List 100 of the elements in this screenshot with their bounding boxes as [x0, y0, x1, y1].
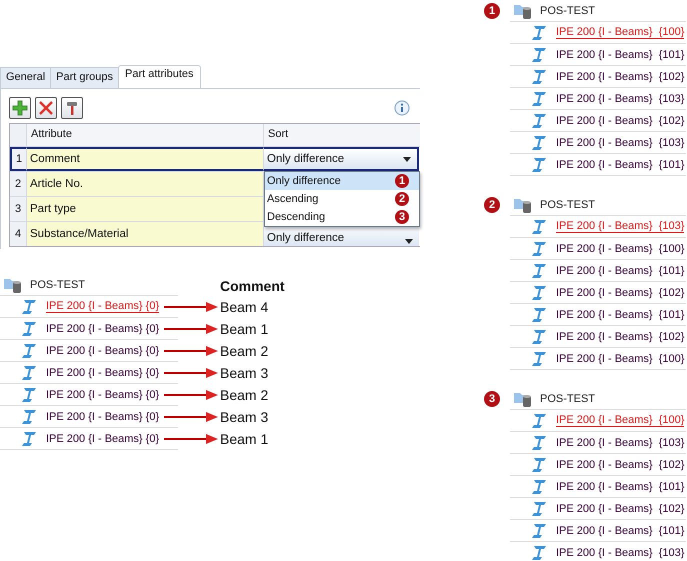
tree-root[interactable]: POS-TEST	[540, 5, 596, 17]
sort-value: Only difference	[267, 153, 344, 165]
caret-icon[interactable]	[403, 156, 411, 162]
attribute-cell[interactable]: Part type	[26, 197, 263, 221]
arrow	[164, 412, 218, 422]
attribute-cell[interactable]: Comment	[26, 147, 263, 171]
tree-item[interactable]: IPE 200 {I - Beams} {102}	[556, 114, 684, 126]
folder-icon	[514, 3, 532, 19]
number-badge: 1	[484, 3, 500, 19]
tree-item[interactable]: IPE 200 {I - Beams} {0}	[46, 366, 160, 378]
beam-icon	[532, 434, 548, 450]
comment-value: Beam 3	[220, 365, 268, 381]
dropdown-option[interactable]: Ascending 2	[265, 190, 419, 208]
beam-icon	[532, 412, 548, 428]
beam-icon	[532, 90, 548, 106]
beam-icon	[22, 320, 38, 336]
number-badge: 1	[395, 174, 409, 188]
tree-item[interactable]: IPE 200 {I - Beams} {101}	[556, 48, 684, 60]
beam-icon	[532, 456, 548, 472]
folder-icon	[514, 391, 532, 407]
comment-value: Beam 2	[220, 343, 268, 359]
arrow	[164, 302, 218, 312]
row-number: 2	[10, 172, 26, 196]
arrow	[164, 434, 218, 444]
tree-item[interactable]: IPE 200 {I - Beams} {103}	[556, 136, 684, 148]
tree-item[interactable]: IPE 200 {I - Beams} {103}	[556, 436, 684, 448]
attribute-cell[interactable]: Substance/Material	[26, 222, 263, 246]
tree-item[interactable]: IPE 200 {I - Beams} {103}	[556, 92, 684, 104]
number-badge: 3	[484, 391, 500, 407]
beam-icon	[532, 522, 548, 538]
tree-item[interactable]: IPE 200 {I - Beams} {100}	[556, 352, 684, 364]
tree-item[interactable]: IPE 200 {I - Beams} {0}	[46, 344, 160, 356]
folder-icon	[514, 197, 532, 213]
beam-icon	[22, 408, 38, 424]
attribute-cell[interactable]: Article No.	[26, 172, 263, 196]
number-badge: 2	[484, 197, 500, 213]
tree-item[interactable]: IPE 200 {I - Beams} {102}	[556, 70, 684, 82]
row-number: 3	[10, 197, 26, 221]
beam-icon	[532, 112, 548, 128]
beam-icon	[22, 342, 38, 358]
folder-icon	[4, 277, 22, 293]
plus-icon	[12, 100, 28, 116]
tree-root[interactable]: POS-TEST	[30, 279, 86, 291]
tree-item[interactable]: IPE 200 {I - Beams} {101}	[556, 524, 684, 536]
tree-item[interactable]: IPE 200 {I - Beams} {100}	[556, 26, 684, 39]
arrow	[164, 324, 218, 334]
beam-icon	[532, 306, 548, 322]
tree-item[interactable]: IPE 200 {I - Beams} {100}	[556, 242, 684, 254]
comment-value: Beam 1	[220, 431, 268, 447]
tab[interactable]: General	[0, 67, 52, 88]
tree-item[interactable]: IPE 200 {I - Beams} {101}	[556, 480, 684, 492]
tree-item[interactable]: IPE 200 {I - Beams} {102}	[556, 330, 684, 342]
tree-item[interactable]: IPE 200 {I - Beams} {101}	[556, 158, 684, 170]
row-number: 4	[10, 222, 26, 246]
beam-icon	[532, 350, 548, 366]
beam-icon	[532, 240, 548, 256]
tree-item[interactable]: IPE 200 {I - Beams} {101}	[556, 264, 684, 276]
tab[interactable]: Part groups	[50, 67, 120, 88]
beam-icon	[532, 262, 548, 278]
comment-heading: Comment	[219, 276, 285, 296]
tree-item[interactable]: IPE 200 {I - Beams} {101}	[556, 308, 684, 320]
number-badge: 3	[395, 210, 409, 224]
beam-icon	[22, 364, 38, 380]
number-badge: 2	[395, 192, 409, 206]
beam-icon	[532, 500, 548, 516]
comment-value: Beam 2	[220, 387, 268, 403]
beam-icon	[532, 46, 548, 62]
add-button[interactable]	[9, 97, 31, 119]
tree-item[interactable]: IPE 200 {I - Beams} {0}	[46, 432, 160, 444]
tree-item[interactable]: IPE 200 {I - Beams} {103}	[556, 220, 684, 233]
tree-root[interactable]: POS-TEST	[540, 393, 596, 405]
tree-item[interactable]: IPE 200 {I - Beams} {102}	[556, 458, 684, 470]
tree-item[interactable]: IPE 200 {I - Beams} {0}	[46, 388, 160, 400]
beam-icon	[532, 218, 548, 234]
tree-item[interactable]: IPE 200 {I - Beams} {103}	[556, 546, 684, 558]
arrow	[164, 390, 218, 400]
arrow	[164, 368, 218, 378]
delete-button[interactable]	[35, 97, 57, 119]
column-header: Attribute	[26, 124, 263, 146]
tree-root[interactable]: POS-TEST	[540, 199, 596, 211]
tree-item[interactable]: IPE 200 {I - Beams} {0}	[46, 322, 160, 334]
dropdown-option[interactable]: Only difference 1	[265, 172, 419, 190]
tree-item[interactable]: IPE 200 {I - Beams} {102}	[556, 286, 684, 298]
tree-item[interactable]: IPE 200 {I - Beams} {0}	[46, 300, 160, 313]
comment-value: Beam 1	[220, 321, 268, 337]
caret-icon[interactable]	[405, 239, 413, 244]
tree-item[interactable]: IPE 200 {I - Beams} {0}	[46, 410, 160, 422]
beam-icon	[532, 478, 548, 494]
beam-icon	[22, 298, 38, 314]
hammer-icon	[64, 100, 80, 116]
hammer-button[interactable]	[61, 97, 83, 119]
sort-value: Only difference	[267, 232, 344, 244]
tab[interactable]: Part attributes	[118, 65, 200, 88]
beam-icon	[22, 430, 38, 446]
tree-item[interactable]: IPE 200 {I - Beams} {102}	[556, 502, 684, 514]
info-icon[interactable]	[394, 100, 410, 116]
sort-cell[interactable]: Only difference	[263, 147, 419, 171]
comment-value: Beam 4	[220, 299, 268, 315]
tree-item[interactable]: IPE 200 {I - Beams} {100}	[556, 414, 684, 427]
beam-icon	[532, 328, 548, 344]
